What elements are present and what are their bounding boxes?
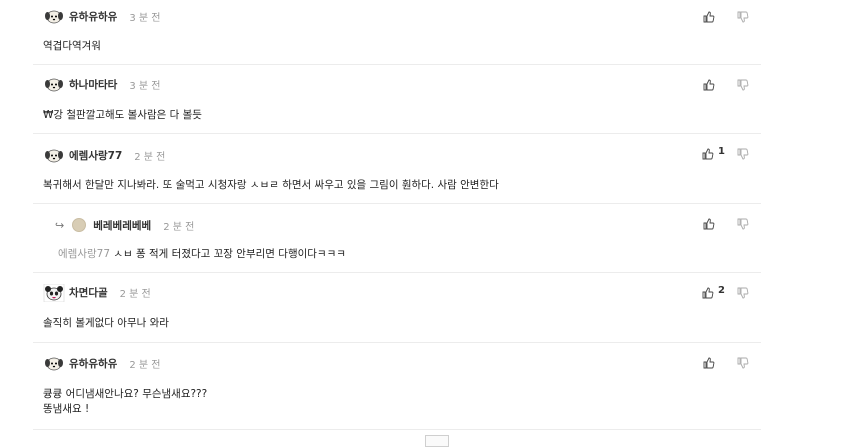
comment-reply-item: ↪ 베레베레베베 2 분 전 에렘사랑77 ㅅㅂ 퐁 적게 터졌다고 꼬장 안부… <box>33 204 761 273</box>
thumbs-down-icon[interactable] <box>737 8 749 23</box>
comment-text: ₩강 철판깔고해도 볼사람은 다 볼듯 <box>43 109 202 121</box>
thumbs-down-icon[interactable] <box>737 284 749 299</box>
comment-item: 유하유하유 2 분 전 큥큥 어디냄새안나요? 무슨냄새요??? 똥냄새요 ! <box>33 343 761 430</box>
puppy-avatar-icon <box>43 76 65 92</box>
thumbs-up-icon[interactable] <box>703 354 715 369</box>
comment-author[interactable]: 베레베레베베 <box>93 218 151 233</box>
comment-text-line: 똥냄새요 ! <box>43 403 90 415</box>
thumbs-up-icon[interactable] <box>703 215 715 230</box>
comment-item: 에렘사랑77 2 분 전 복귀해서 한달만 지나봐라. 또 술먹고 시청자랑 ㅅ… <box>33 134 761 204</box>
reply-arrow-icon: ↪ <box>55 218 65 232</box>
upvote-count: 1 <box>718 145 725 157</box>
comment-author[interactable]: 차면다골 <box>69 285 108 300</box>
comment-author[interactable]: 에렘사랑77 <box>69 148 122 163</box>
panda-avatar-icon <box>43 284 65 302</box>
comment-time: 2 분 전 <box>134 151 166 163</box>
puppy-avatar-icon <box>43 147 65 163</box>
thumbs-up-icon[interactable] <box>702 284 714 299</box>
puppy-avatar-icon <box>43 355 65 371</box>
upvote-count: 2 <box>718 284 725 296</box>
thumbs-up-icon[interactable] <box>702 145 714 160</box>
comment-author[interactable]: 유하유하유 <box>69 9 117 24</box>
comment-author[interactable]: 하나마타타 <box>69 77 117 92</box>
thumbs-down-icon[interactable] <box>737 145 749 160</box>
comment-time: 3 분 전 <box>129 12 161 24</box>
comment-time: 3 분 전 <box>129 80 161 92</box>
default-avatar-icon <box>72 218 87 232</box>
thumbs-down-icon[interactable] <box>737 354 749 369</box>
thumbs-down-icon[interactable] <box>737 76 749 91</box>
comment-time: 2 분 전 <box>163 221 195 233</box>
comment-list: 유하유하유 3 분 전 역겹다역겨워 하나마타타 3 분 전 ₩강 철판깔고해도… <box>33 0 761 430</box>
comment-author[interactable]: 유하유하유 <box>69 356 117 371</box>
thumbs-up-icon[interactable] <box>703 8 715 23</box>
comment-item: 차면다골 2 분 전 솔직히 볼게없다 아무나 와라 2 <box>33 273 761 343</box>
comment-text: ㅅㅂ 퐁 적게 터졌다고 꼬장 안부리면 다행이다ㅋㅋㅋ <box>113 248 346 260</box>
comment-text: 복귀해서 한달만 지나봐라. 또 술먹고 시청자랑 ㅅㅂㄹ 하면서 싸우고 있을… <box>43 179 499 191</box>
pagination-box[interactable] <box>425 435 449 447</box>
comment-text: 솔직히 볼게없다 아무나 와라 <box>43 317 169 329</box>
comment-text: 역겹다역겨워 <box>43 40 101 52</box>
thumbs-up-icon[interactable] <box>703 76 715 91</box>
puppy-avatar-icon <box>43 8 65 24</box>
comment-item: 유하유하유 3 분 전 역겹다역겨워 <box>33 0 761 65</box>
comment-time: 2 분 전 <box>129 359 161 371</box>
thumbs-down-icon[interactable] <box>737 215 749 230</box>
reply-mention[interactable]: 에렘사랑77 <box>58 248 110 260</box>
comment-item: 하나마타타 3 분 전 ₩강 철판깔고해도 볼사람은 다 볼듯 <box>33 65 761 134</box>
comment-time: 2 분 전 <box>119 288 151 300</box>
comment-text-line: 큥큥 어디냄새안나요? 무슨냄새요??? <box>43 388 208 400</box>
